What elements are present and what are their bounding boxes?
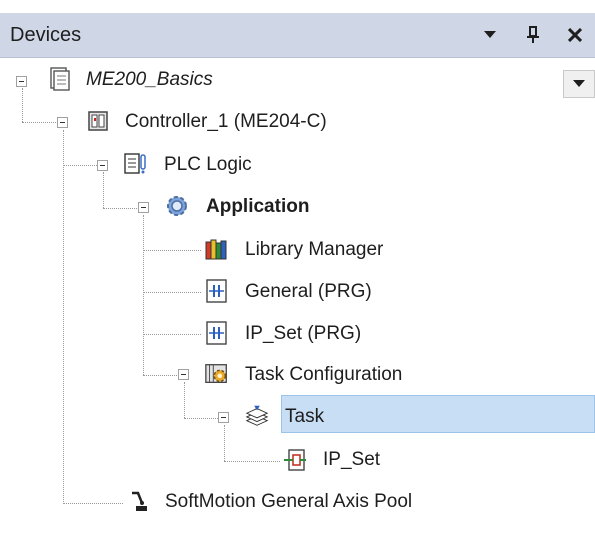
tree-node-label[interactable]: PLC Logic bbox=[164, 154, 252, 176]
tree-node-label[interactable]: Application bbox=[206, 196, 309, 218]
close-button[interactable] bbox=[563, 22, 587, 48]
tree-node-label[interactable]: Library Manager bbox=[245, 239, 383, 261]
tree-line bbox=[143, 334, 201, 335]
chevron-down-icon bbox=[484, 31, 496, 38]
tree-line bbox=[143, 292, 201, 293]
tree-line bbox=[22, 122, 56, 123]
collapse-toggle[interactable] bbox=[97, 160, 108, 171]
tree-dropdown-button[interactable] bbox=[563, 70, 595, 98]
tree-node-label[interactable]: SoftMotion General Axis Pool bbox=[165, 491, 412, 513]
controller-icon bbox=[85, 108, 111, 134]
tree-line bbox=[184, 418, 218, 419]
chevron-down-icon bbox=[573, 80, 585, 87]
tree-line bbox=[63, 130, 64, 504]
tree-line bbox=[184, 382, 185, 418]
collapse-toggle[interactable] bbox=[138, 202, 149, 213]
program-call-icon bbox=[282, 447, 308, 473]
task-configuration-icon bbox=[204, 361, 230, 387]
tree-node-label[interactable]: Task bbox=[285, 406, 324, 428]
panel-title: Devices bbox=[10, 24, 82, 46]
tree-line bbox=[63, 165, 97, 166]
tree-line bbox=[143, 250, 201, 251]
close-icon bbox=[568, 28, 582, 42]
program-icon bbox=[204, 278, 230, 304]
tree-line bbox=[103, 172, 104, 208]
tree-line bbox=[22, 88, 23, 122]
tree-node-label-selected[interactable]: IP_Set bbox=[323, 449, 380, 471]
pin-button[interactable] bbox=[521, 22, 545, 48]
tree-line bbox=[224, 425, 225, 461]
tree-node-label[interactable]: Controller_1 (ME204-C) bbox=[125, 111, 327, 133]
tree-line bbox=[63, 503, 123, 504]
collapse-toggle[interactable] bbox=[57, 117, 68, 128]
collapse-toggle[interactable] bbox=[178, 369, 189, 380]
panel-menu-dropdown-button[interactable] bbox=[478, 22, 502, 48]
tree-line bbox=[224, 461, 280, 462]
plc-logic-icon bbox=[123, 151, 149, 177]
library-books-icon bbox=[204, 236, 230, 262]
project-icon bbox=[47, 66, 73, 92]
axis-pool-icon bbox=[125, 489, 151, 515]
pin-icon bbox=[527, 26, 539, 43]
tree-line bbox=[143, 215, 144, 375]
task-stack-icon bbox=[244, 403, 270, 429]
tree-node-label[interactable]: ME200_Basics bbox=[86, 69, 213, 91]
collapse-toggle[interactable] bbox=[16, 76, 27, 87]
devices-panel-header: Devices bbox=[0, 13, 595, 58]
tree-line bbox=[143, 375, 177, 376]
program-icon bbox=[204, 320, 230, 346]
collapse-toggle[interactable] bbox=[218, 412, 229, 423]
tree-node-label[interactable]: General (PRG) bbox=[245, 281, 372, 303]
tree-node-label[interactable]: Task Configuration bbox=[245, 364, 402, 386]
application-gear-icon bbox=[164, 193, 190, 219]
tree-node-label[interactable]: IP_Set (PRG) bbox=[245, 323, 361, 345]
selected-row-highlight bbox=[281, 395, 595, 433]
tree-line bbox=[103, 208, 137, 209]
